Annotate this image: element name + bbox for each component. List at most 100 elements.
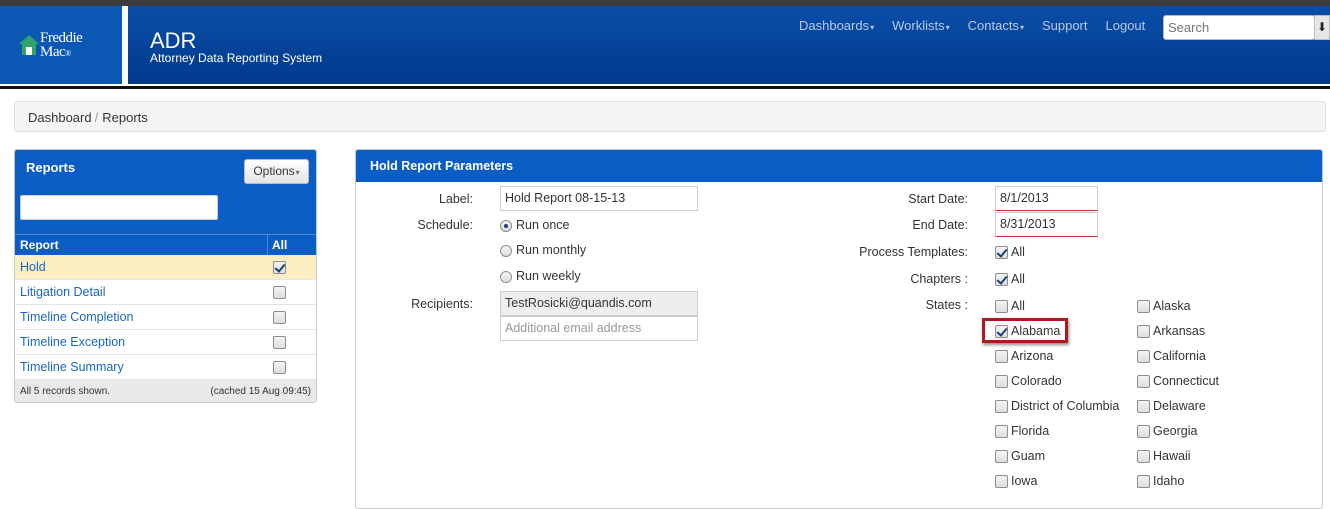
state-florida[interactable]: Florida bbox=[995, 424, 1049, 439]
state-california[interactable]: California bbox=[1137, 349, 1206, 364]
state-arkansas[interactable]: Arkansas bbox=[1137, 324, 1205, 339]
nav-logout[interactable]: Logout bbox=[1106, 18, 1146, 33]
nav-divider bbox=[0, 86, 1330, 89]
checkbox[interactable] bbox=[995, 400, 1008, 414]
start-date-input[interactable]: 8/1/2013 bbox=[995, 186, 1098, 211]
checkbox-hold[interactable] bbox=[273, 261, 286, 275]
table-row[interactable]: Litigation Detail bbox=[15, 280, 316, 305]
radio-run-weekly[interactable]: Run weekly bbox=[500, 269, 581, 283]
breadcrumb-separator: / bbox=[94, 110, 99, 125]
checkbox[interactable] bbox=[995, 375, 1008, 389]
recipients-label: Recipients: bbox=[411, 297, 473, 311]
state-idaho[interactable]: Idaho bbox=[1137, 474, 1184, 489]
radio-button[interactable] bbox=[500, 219, 512, 232]
checkbox[interactable] bbox=[995, 350, 1008, 364]
checkbox[interactable] bbox=[1137, 325, 1150, 339]
process-templates-all[interactable]: All bbox=[995, 245, 1025, 260]
chapters-all[interactable]: All bbox=[995, 272, 1025, 287]
checkbox-timeline-summary[interactable] bbox=[273, 361, 286, 375]
cache-timestamp: (cached 15 Aug 09:45) bbox=[210, 385, 311, 397]
breadcrumb: Dashboard / Reports bbox=[14, 101, 1326, 132]
radio-run-once[interactable]: Run once bbox=[500, 218, 570, 232]
logo-line2: Mac® bbox=[40, 44, 71, 60]
report-link-litigation-detail[interactable]: Litigation Detail bbox=[15, 285, 268, 299]
label-input[interactable]: Hold Report 08-15-13 bbox=[500, 186, 698, 211]
state-alaska[interactable]: Alaska bbox=[1137, 299, 1191, 314]
chevron-down-icon: ▾ bbox=[870, 23, 875, 32]
checkbox-timeline-completion[interactable] bbox=[273, 311, 286, 325]
reports-footer: All 5 records shown. (cached 15 Aug 09:4… bbox=[15, 380, 316, 402]
end-date-label: End Date: bbox=[912, 218, 968, 232]
checkbox-timeline-exception[interactable] bbox=[273, 336, 286, 350]
state-arizona[interactable]: Arizona bbox=[995, 349, 1053, 364]
state-delaware[interactable]: Delaware bbox=[1137, 399, 1206, 414]
checkbox[interactable] bbox=[1137, 350, 1150, 364]
state-all[interactable]: All bbox=[995, 299, 1025, 314]
checkbox[interactable] bbox=[995, 300, 1008, 314]
table-row[interactable]: Timeline Exception bbox=[15, 330, 316, 355]
nav-links: Dashboards▾ Worklists▾ Contacts▾ Support… bbox=[799, 18, 1163, 33]
start-date-label: Start Date: bbox=[908, 192, 968, 206]
search-input[interactable] bbox=[1163, 15, 1315, 40]
state-guam[interactable]: Guam bbox=[995, 449, 1045, 464]
report-link-timeline-completion[interactable]: Timeline Completion bbox=[15, 310, 268, 324]
states-label: States : bbox=[925, 298, 968, 312]
column-report[interactable]: Report bbox=[15, 235, 268, 255]
table-row[interactable]: Timeline Summary bbox=[15, 355, 316, 380]
end-date-input[interactable]: 8/31/2013 bbox=[995, 212, 1098, 237]
radio-run-monthly[interactable]: Run monthly bbox=[500, 243, 586, 257]
logo[interactable]: Freddie Mac® bbox=[0, 6, 122, 84]
logo-text: Freddie Mac® bbox=[40, 30, 83, 61]
state-hawaii[interactable]: Hawaii bbox=[1137, 449, 1191, 464]
checkbox[interactable] bbox=[1137, 450, 1150, 464]
breadcrumb-reports: Reports bbox=[102, 110, 148, 125]
checkbox[interactable] bbox=[995, 246, 1008, 260]
navbar: Freddie Mac® ADR Attorney Data Reporting… bbox=[0, 6, 1330, 84]
state-district-of-columbia[interactable]: District of Columbia bbox=[995, 399, 1119, 414]
chapters-label: Chapters : bbox=[910, 272, 968, 286]
checkbox[interactable] bbox=[995, 475, 1008, 489]
reports-panel: Reports Options▾ Report All Hold Litigat… bbox=[14, 149, 317, 403]
options-button[interactable]: Options▾ bbox=[244, 159, 309, 184]
report-link-timeline-exception[interactable]: Timeline Exception bbox=[15, 335, 268, 349]
checkbox[interactable] bbox=[995, 425, 1008, 439]
logo-line1: Freddie bbox=[40, 30, 83, 46]
nav-support[interactable]: Support bbox=[1042, 18, 1088, 33]
logo-divider bbox=[122, 6, 128, 84]
table-row[interactable]: Timeline Completion bbox=[15, 305, 316, 330]
nav-dashboards[interactable]: Dashboards▾ bbox=[799, 18, 874, 33]
parameters-panel-title: Hold Report Parameters bbox=[356, 150, 1322, 182]
reports-panel-header: Reports Options▾ bbox=[15, 150, 316, 234]
report-filter-input[interactable] bbox=[20, 195, 218, 220]
nav-contacts[interactable]: Contacts▾ bbox=[968, 18, 1024, 33]
checkbox[interactable] bbox=[1137, 400, 1150, 414]
state-connecticut[interactable]: Connecticut bbox=[1137, 374, 1219, 389]
breadcrumb-dashboard[interactable]: Dashboard bbox=[28, 110, 92, 125]
app-subtitle: Attorney Data Reporting System bbox=[150, 51, 323, 65]
reports-table-header: Report All bbox=[15, 234, 316, 255]
checkbox-litigation-detail[interactable] bbox=[273, 286, 286, 300]
checkbox[interactable] bbox=[995, 273, 1008, 287]
nav-worklists[interactable]: Worklists▾ bbox=[892, 18, 950, 33]
radio-button[interactable] bbox=[500, 244, 512, 257]
annotation-highlight-box bbox=[982, 318, 1068, 343]
process-templates-label: Process Templates: bbox=[859, 245, 968, 259]
checkbox[interactable] bbox=[1137, 300, 1150, 314]
report-link-timeline-summary[interactable]: Timeline Summary bbox=[15, 360, 268, 374]
checkbox[interactable] bbox=[1137, 475, 1150, 489]
schedule-label: Schedule: bbox=[417, 218, 473, 232]
additional-email-input[interactable]: Additional email address bbox=[500, 316, 698, 341]
table-row[interactable]: Hold bbox=[15, 255, 316, 280]
house-logo-icon bbox=[19, 35, 39, 55]
checkbox[interactable] bbox=[1137, 375, 1150, 389]
state-georgia[interactable]: Georgia bbox=[1137, 424, 1197, 439]
state-colorado[interactable]: Colorado bbox=[995, 374, 1062, 389]
search-dropdown-button[interactable]: ⬇ bbox=[1314, 15, 1330, 40]
column-all[interactable]: All bbox=[268, 235, 291, 255]
checkbox[interactable] bbox=[995, 450, 1008, 464]
state-iowa[interactable]: Iowa bbox=[995, 474, 1037, 489]
checkbox[interactable] bbox=[1137, 425, 1150, 439]
report-link-hold[interactable]: Hold bbox=[15, 260, 268, 274]
reports-panel-title: Reports bbox=[26, 160, 76, 175]
radio-button[interactable] bbox=[500, 270, 512, 283]
